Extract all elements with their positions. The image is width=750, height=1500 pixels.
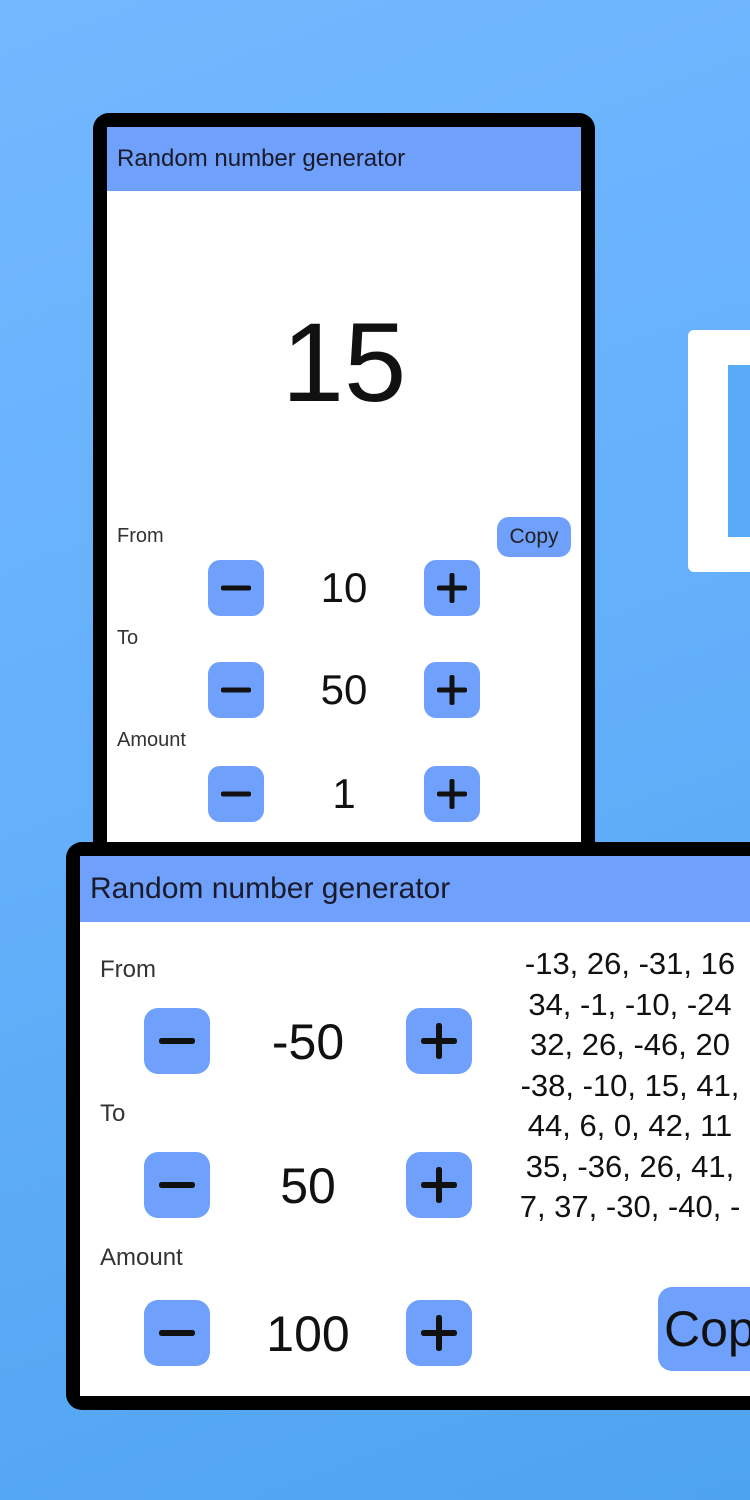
app-title: Random number generator — [117, 145, 406, 172]
plus-icon — [437, 779, 467, 809]
from-increment-button[interactable] — [424, 560, 480, 616]
to-value: 50 — [320, 666, 368, 713]
amount-value: 100 — [266, 1306, 350, 1362]
app-bar: Random number generator — [80, 856, 750, 922]
from-label: From — [100, 956, 156, 983]
plus-icon — [421, 1167, 457, 1203]
background-decoration — [688, 330, 750, 572]
results-line: 44, 6, 0, 42, 11 — [527, 1108, 733, 1143]
from-label: From — [117, 525, 164, 547]
to-decrement-button[interactable] — [144, 1152, 210, 1218]
copy-button[interactable]: Copy — [497, 517, 571, 557]
to-value: 50 — [280, 1158, 336, 1214]
amount-decrement-button[interactable] — [144, 1300, 210, 1366]
results-line: -38, -10, 15, 41, — [520, 1067, 740, 1103]
phone-multi-result: Random number generator From -50 To 50 A… — [66, 842, 750, 1410]
minus-icon — [221, 791, 251, 797]
plus-icon — [421, 1315, 457, 1351]
app-bar: Random number generator — [107, 127, 581, 191]
from-value: 10 — [320, 564, 368, 611]
amount-label: Amount — [117, 729, 186, 751]
to-label: To — [117, 627, 139, 649]
from-decrement-button[interactable] — [144, 1008, 210, 1074]
results-line: 32, 26, -46, 20 — [530, 1027, 730, 1062]
generated-number: 15 — [281, 300, 407, 425]
plus-icon — [437, 573, 467, 603]
amount-label: Amount — [100, 1244, 183, 1271]
amount-increment-button[interactable] — [424, 766, 480, 822]
results-line: 34, -1, -10, -24 — [528, 986, 732, 1022]
amount-value: 1 — [332, 770, 356, 817]
app-title: Random number generator — [90, 872, 451, 905]
background-decoration-inner — [728, 365, 750, 537]
from-increment-button[interactable] — [406, 1008, 472, 1074]
from-decrement-button[interactable] — [208, 560, 264, 616]
results-list: -13, 26, -31, 16 34, -1, -10, -24 32, 26… — [500, 944, 750, 1228]
screen-single: Random number generator 15 Copy From 10 … — [107, 127, 581, 873]
plus-icon — [421, 1023, 457, 1059]
copy-button[interactable]: Copy — [658, 1287, 750, 1371]
results-line: 7, 37, -30, -40, - — [519, 1189, 741, 1224]
amount-increment-button[interactable] — [406, 1300, 472, 1366]
minus-icon — [221, 585, 251, 591]
to-increment-button[interactable] — [406, 1152, 472, 1218]
plus-icon — [437, 675, 467, 705]
minus-icon — [221, 687, 251, 693]
results-line: -13, 26, -31, 16 — [524, 946, 736, 981]
to-decrement-button[interactable] — [208, 662, 264, 718]
to-increment-button[interactable] — [424, 662, 480, 718]
screen-multi: Random number generator From -50 To 50 A… — [80, 856, 750, 1396]
amount-decrement-button[interactable] — [208, 766, 264, 822]
to-label: To — [100, 1100, 126, 1127]
from-value: -50 — [271, 1014, 345, 1070]
minus-icon — [159, 1330, 195, 1336]
minus-icon — [159, 1038, 195, 1044]
results-line: 35, -36, 26, 41, — [525, 1148, 735, 1184]
phone-single-result: Random number generator 15 Copy From 10 … — [93, 113, 595, 873]
minus-icon — [159, 1182, 195, 1188]
